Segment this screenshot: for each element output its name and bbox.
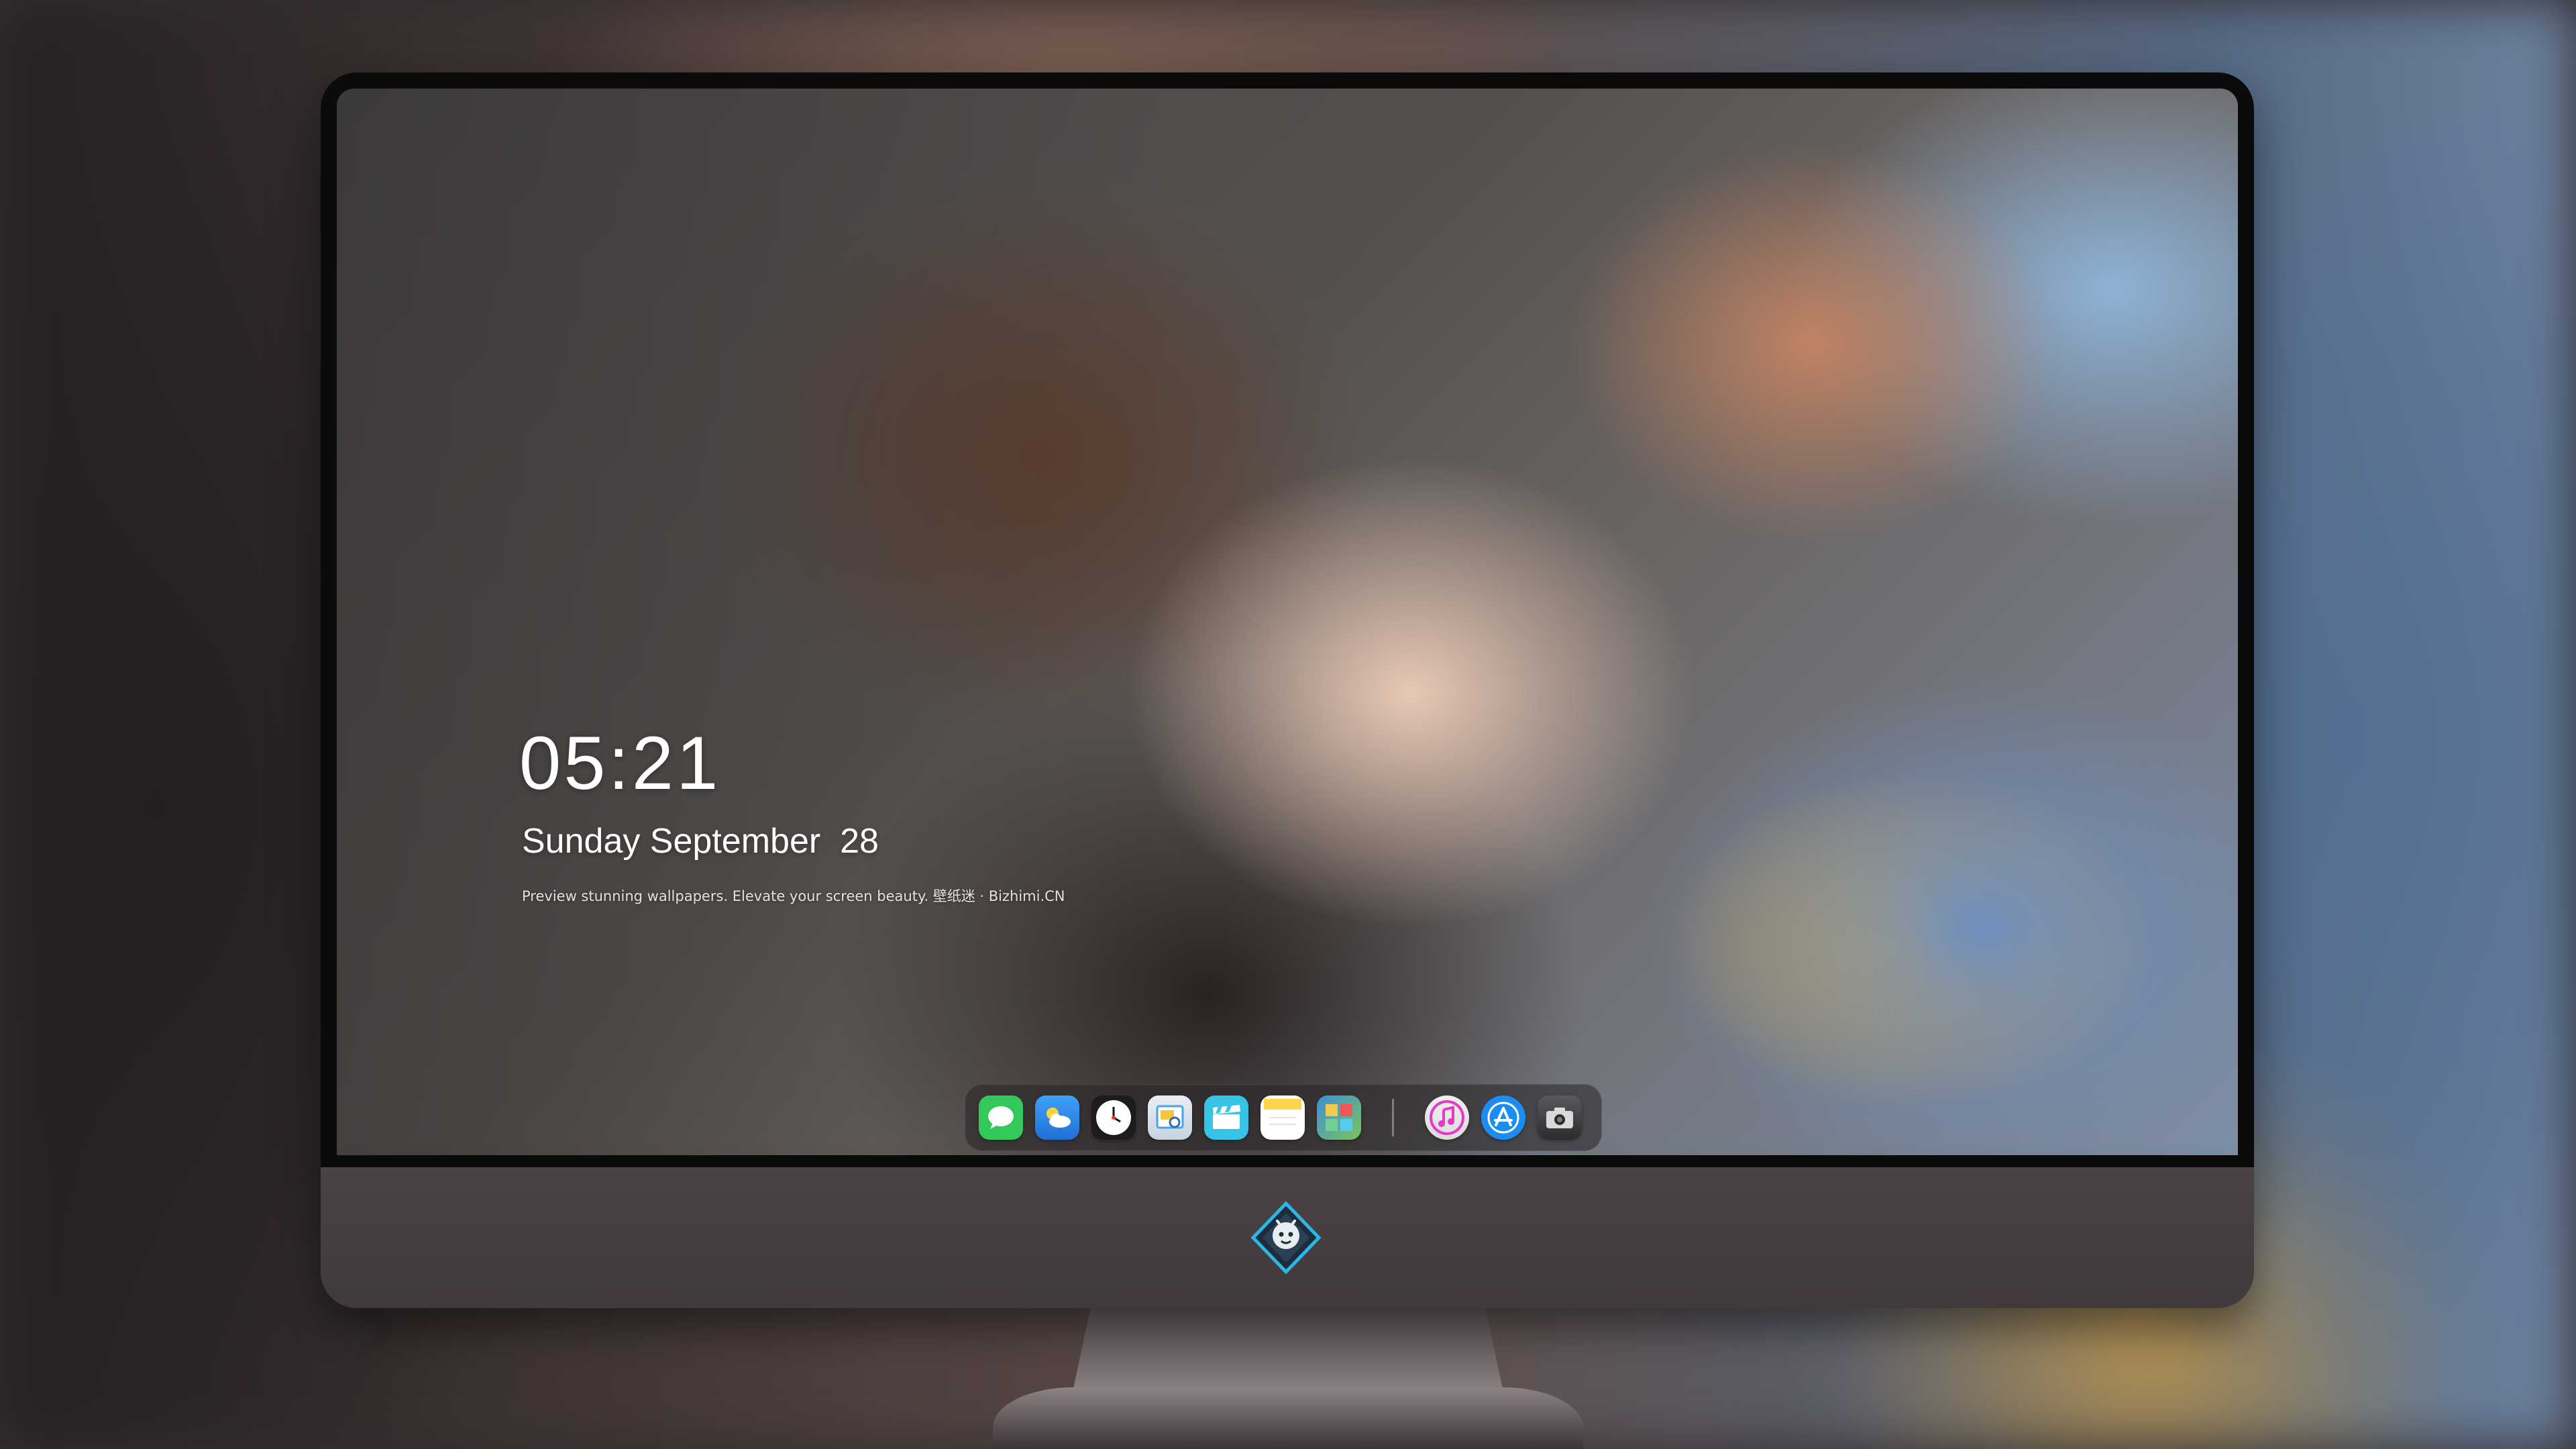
clock-icon — [1096, 1100, 1131, 1135]
dock-app-camera[interactable] — [1538, 1095, 1582, 1140]
monitor-stand-base — [993, 1387, 1583, 1449]
lockscreen-date: Sunday September 28 — [522, 822, 879, 861]
dock-app-messages[interactable] — [979, 1095, 1023, 1140]
dock-app-notes[interactable] — [1260, 1095, 1305, 1140]
dock-app-music[interactable] — [1425, 1095, 1469, 1140]
music-icon — [1430, 1100, 1464, 1135]
monitor-stand-neck — [1073, 1308, 1503, 1389]
messages-icon — [988, 1106, 1014, 1129]
wallpaper-shade — [337, 89, 2238, 1155]
camera-icon — [1546, 1108, 1573, 1128]
weather-icon — [1046, 1108, 1071, 1128]
lockscreen-tagline: Preview stunning wallpapers. Elevate you… — [522, 888, 1065, 904]
dock-app-preview[interactable] — [1148, 1095, 1192, 1140]
notes-icon — [1264, 1099, 1301, 1125]
app-store-icon — [1487, 1102, 1519, 1134]
clapperboard-icon — [1213, 1105, 1240, 1129]
dock — [965, 1084, 1602, 1151]
dock-app-photo-booth[interactable] — [1317, 1095, 1361, 1140]
dock-app-final-cut[interactable] — [1204, 1095, 1248, 1140]
lockscreen-clock: 05:21 — [519, 721, 721, 805]
dock-separator — [1392, 1099, 1394, 1136]
photos-icon — [1326, 1104, 1352, 1131]
preview-icon — [1156, 1105, 1184, 1129]
monitor-screen: 05:21 Sunday September 28 Preview stunni… — [337, 89, 2238, 1155]
dock-app-clock[interactable] — [1091, 1095, 1136, 1140]
dragon-shield-logo — [1249, 1201, 1323, 1275]
dock-app-app-store[interactable] — [1481, 1095, 1525, 1140]
dock-app-weather[interactable] — [1035, 1095, 1079, 1140]
